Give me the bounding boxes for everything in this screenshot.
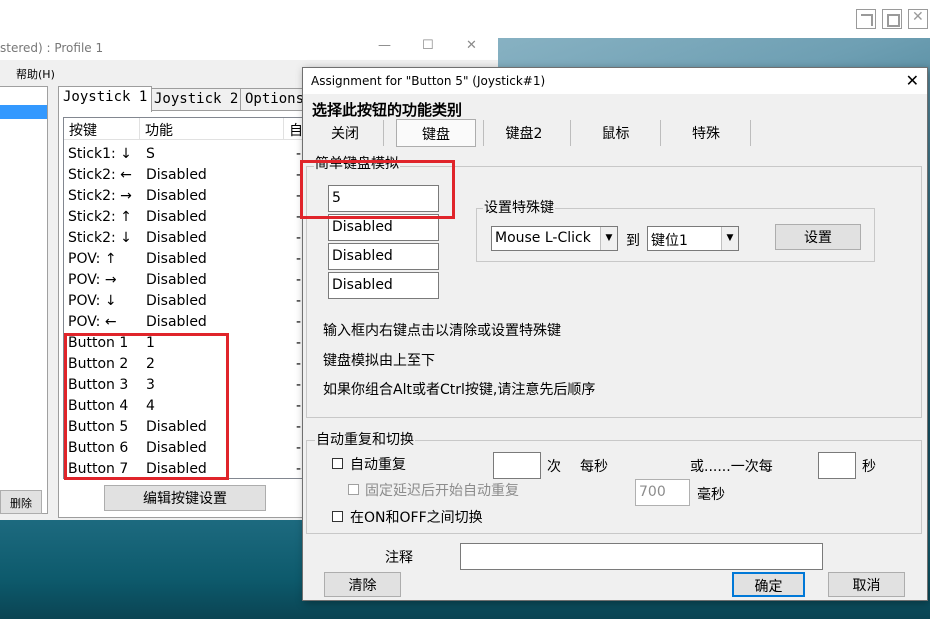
key-field-3[interactable]: Disabled [328, 243, 439, 270]
times-unit: 次 [547, 459, 561, 475]
row-key: Stick2: ↓ [68, 230, 132, 246]
delay-ms-input[interactable]: 700 [635, 479, 690, 506]
set-special-key-button[interactable]: 设置 [775, 224, 861, 250]
seconds-input[interactable] [818, 452, 856, 479]
row-key: POV: → [68, 272, 117, 288]
row-auto-cell: - [296, 398, 302, 414]
ok-button[interactable]: 确定 [732, 572, 805, 597]
cancel-button[interactable]: 取消 [828, 572, 905, 597]
clear-button[interactable]: 清除 [324, 572, 401, 597]
row-key: Stick2: ← [68, 167, 132, 183]
row-auto-cell: - [296, 293, 302, 309]
row-auto-cell: - [296, 230, 302, 246]
row-key: POV: ← [68, 314, 117, 330]
edit-key-settings-button[interactable]: 编辑按键设置 [104, 485, 266, 511]
tab-joystick-1[interactable]: Joystick 1 [58, 86, 153, 112]
toggle-label: 在ON和OFF之间切换 [350, 510, 483, 526]
row-function: Disabled [146, 167, 207, 183]
tab-joystick-2[interactable]: Joystick 2 [149, 88, 244, 112]
slot-combo[interactable]: 键位1 ▼ [647, 226, 739, 251]
column-header-function[interactable]: 功能 [140, 118, 284, 140]
close-icon[interactable] [908, 9, 928, 29]
maximize-icon[interactable]: ☐ [422, 38, 434, 53]
comment-input[interactable] [460, 543, 823, 570]
tab-keyboard[interactable]: 键盘 [396, 119, 476, 147]
row-key: Stick2: → [68, 188, 132, 204]
column-header-key[interactable]: 按键 [64, 118, 140, 140]
tab-separator [750, 120, 751, 146]
row-auto-cell: - [296, 377, 302, 393]
chevron-down-icon[interactable]: ▼ [600, 227, 617, 250]
row-function: S [146, 146, 155, 162]
row-function: Disabled [146, 314, 207, 330]
row-function: Disabled [146, 230, 207, 246]
key-field-4[interactable]: Disabled [328, 272, 439, 299]
category-heading: 选择此按钮的功能类别 [312, 101, 463, 119]
tab-special[interactable]: 特殊 [666, 119, 746, 147]
toggle-checkbox[interactable] [332, 511, 343, 522]
tab-separator [660, 120, 661, 146]
delete-button[interactable]: 删除 [0, 490, 42, 514]
assignment-dialog: Assignment for "Button 5" (Joystick#1) ✕… [302, 67, 928, 601]
row-function: Disabled [146, 188, 207, 204]
auto-repeat-label: 自动重复 [350, 457, 406, 473]
tab-separator [570, 120, 571, 146]
close-icon[interactable]: ✕ [466, 38, 477, 53]
maximize-icon[interactable] [882, 9, 902, 29]
row-key: POV: ↑ [68, 251, 117, 267]
row-auto-cell: - [296, 419, 302, 435]
delay-label: 固定延迟后开始自动重复 [365, 483, 519, 499]
tab-separator [383, 120, 384, 146]
highlight-box-buttons [64, 333, 229, 480]
row-key: Stick1: ↓ [68, 146, 132, 162]
ms-unit: 毫秒 [697, 487, 725, 503]
main-window-title: stered) : Profile 1 [0, 41, 104, 55]
dialog-title: Assignment for "Button 5" (Joystick#1) [303, 68, 927, 94]
highlight-box-key-field [300, 160, 455, 219]
dialog-close-icon[interactable]: ✕ [906, 71, 919, 90]
row-function: Disabled [146, 293, 207, 309]
tab-off[interactable]: 关闭 [315, 119, 375, 147]
row-auto-cell: - [296, 251, 302, 267]
row-auto-cell: - [296, 356, 302, 372]
external-link-icon[interactable] [856, 9, 876, 29]
menu-help[interactable]: 帮助(H) [16, 66, 55, 82]
seconds-unit: 秒 [862, 459, 876, 475]
help-text-3: 如果你组合Alt或者Ctrl按键,请注意先后顺序 [323, 382, 596, 398]
row-key: Stick2: ↑ [68, 209, 132, 225]
slot-value: 键位1 [651, 233, 688, 249]
row-function: Disabled [146, 209, 207, 225]
minimize-icon[interactable]: — [378, 38, 391, 53]
special-key-combo[interactable]: Mouse L-Click ▼ [491, 226, 618, 251]
tab-separator [483, 120, 484, 146]
help-text-1: 输入框内右键点击以清除或设置特殊键 [323, 323, 561, 339]
once-every-label: 或......一次每 [690, 459, 773, 475]
to-label: 到 [626, 233, 640, 249]
row-auto-cell: - [296, 461, 302, 477]
auto-repeat-checkbox[interactable] [332, 458, 343, 469]
tab-keyboard-2[interactable]: 键盘2 [489, 119, 559, 147]
chevron-down-icon[interactable]: ▼ [721, 227, 738, 250]
special-key-label: 设置特殊键 [483, 200, 555, 216]
times-input[interactable] [493, 452, 541, 479]
auto-repeat-group-label: 自动重复和切换 [315, 432, 415, 448]
per-second-label: 每秒 [580, 459, 608, 475]
delay-checkbox[interactable] [348, 484, 359, 495]
row-function: Disabled [146, 251, 207, 267]
row-auto-cell: - [296, 440, 302, 456]
selected-item[interactable] [0, 105, 47, 119]
special-key-value: Mouse L-Click [495, 230, 591, 246]
row-auto-cell: - [296, 314, 302, 330]
row-auto-cell: - [296, 335, 302, 351]
row-key: POV: ↓ [68, 293, 117, 309]
help-text-2: 键盘模拟由上至下 [323, 353, 435, 369]
tab-mouse[interactable]: 鼠标 [578, 119, 653, 147]
tab-options[interactable]: Options [240, 88, 310, 112]
main-window-titlebar: stered) : Profile 1 — ☐ ✕ [0, 38, 498, 60]
left-list-pane[interactable] [0, 86, 48, 514]
comment-label: 注释 [385, 550, 413, 566]
row-function: Disabled [146, 272, 207, 288]
row-auto-cell: - [296, 272, 302, 288]
